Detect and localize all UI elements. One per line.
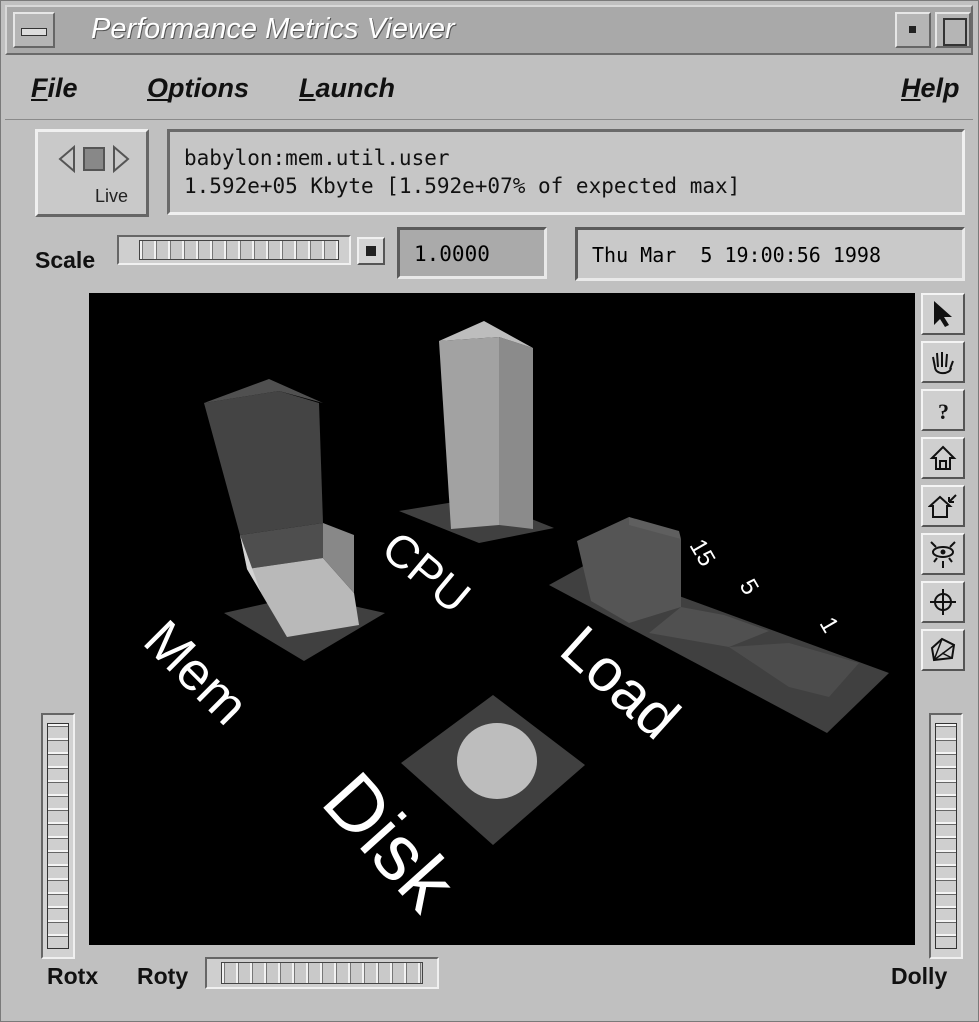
roty-label: Roty [137,963,189,989]
set-home-icon [928,494,957,518]
help-icon: ? [938,399,949,424]
svg-text:?: ? [938,399,949,424]
seek-icon [930,589,956,615]
timestamp-display: Thu Mar 5 19:00:56 1998 [575,227,965,281]
title-bar[interactable]: Performance Metrics Viewer [5,5,973,55]
vcr-control-icon [58,144,130,174]
scale-thumbwheel[interactable] [117,235,351,265]
seek-button[interactable] [921,581,965,623]
cpu-bar-front [439,337,499,529]
pick-icon [934,301,952,327]
roty-thumbwheel[interactable] [205,957,439,989]
mem-label: Mem [133,609,260,736]
view-mode-button[interactable] [921,341,965,383]
rotx-thumbwheel[interactable] [41,713,75,959]
live-label: Live [94,186,128,206]
dolly-thumbwheel[interactable] [929,713,963,959]
load-tick-1: 1 [814,613,844,638]
menu-file[interactable]: File [31,73,78,104]
scale-value-field[interactable]: 1.0000 [397,227,547,279]
load-tick-15: 15 [684,535,721,572]
menu-options[interactable]: Options [147,73,249,104]
home-icon [929,445,957,470]
maximize-button[interactable] [935,12,971,48]
scale-toggle-button[interactable] [357,237,385,265]
menu-help[interactable]: Help [901,73,960,104]
rotx-label: Rotx [47,963,99,989]
metric-value: 1.592e+05 Kbyte [1.592e+07% of expected … [184,174,741,198]
home-button[interactable] [921,437,965,479]
window-menu-button[interactable] [13,12,55,48]
scale-label: Scale [35,247,96,273]
metric-name: babylon:mem.util.user [184,146,450,170]
3d-scene-viewport[interactable]: Mem CPU Load Disk 15 5 1 [89,293,915,945]
window-title: Performance Metrics Viewer [91,13,455,45]
menu-launch[interactable]: Launch [299,73,395,104]
set-home-button[interactable] [921,485,965,527]
help-button[interactable]: ? [921,389,965,431]
app-window: Performance Metrics Viewer File Options … [0,0,979,1022]
view-all-icon [930,541,956,568]
metric-info-display: babylon:mem.util.user 1.592e+05 Kbyte [1… [167,129,965,215]
view-hand-icon [932,352,954,375]
live-vcr-button[interactable]: Live [35,129,149,217]
dolly-label: Dolly [891,963,948,989]
cpu-bar-side [499,337,533,529]
load-tick-5: 5 [734,575,764,600]
projection-icon [930,637,956,662]
view-all-button[interactable] [921,533,965,575]
menu-bar: File Options Launch Help [5,59,973,120]
minimize-button[interactable] [895,12,931,48]
pick-mode-button[interactable] [921,293,965,335]
projection-button[interactable] [921,629,965,671]
